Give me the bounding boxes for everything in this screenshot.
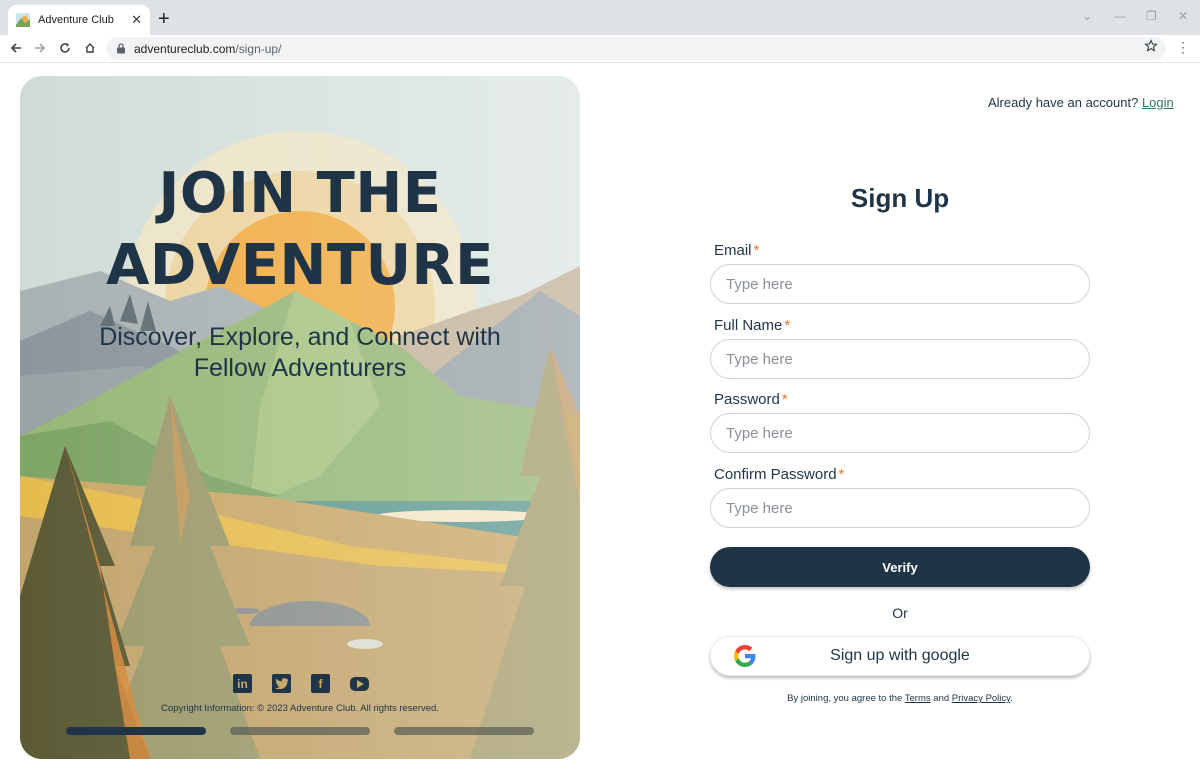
or-divider: Or (892, 605, 908, 621)
terms-notice: By joining, you agree to the Terms and P… (787, 693, 1013, 704)
tab-title: Adventure Club (38, 14, 114, 26)
browser-menu-icon[interactable]: ⋮ (1176, 39, 1190, 56)
browser-tab-strip: Adventure Club ✕ + ⌄ — ❐ ✕ (0, 0, 1200, 35)
google-icon (734, 645, 756, 667)
lock-icon (117, 43, 125, 54)
password-field[interactable] (710, 413, 1090, 453)
login-link[interactable]: Login (1142, 95, 1174, 110)
back-icon[interactable] (6, 38, 26, 58)
hero-heading: JOIN THE ADVENTURE (20, 158, 580, 302)
carousel-indicator-2[interactable] (230, 727, 370, 735)
url-path: /sign-up/ (235, 41, 282, 56)
signup-title: Sign Up (850, 183, 950, 213)
required-mark: * (753, 242, 760, 259)
full-name-field[interactable] (710, 339, 1090, 379)
twitter-icon[interactable] (272, 674, 291, 693)
new-tab-icon[interactable]: + (158, 6, 170, 32)
terms-link[interactable]: Terms (905, 693, 931, 704)
required-mark: * (781, 391, 788, 408)
carousel-indicator-3[interactable] (394, 727, 534, 735)
google-signup-label: Sign up with google (830, 647, 970, 664)
social-links: in f (233, 674, 369, 693)
facebook-icon[interactable]: f (311, 674, 330, 693)
address-bar[interactable]: adventureclub.com/sign-up/ (106, 37, 1166, 60)
full-name-label: Full Name * (714, 317, 791, 334)
hero-heading-line2: ADVENTURE (106, 233, 494, 298)
hero-card: JOIN THE ADVENTURE Discover, Explore, an… (20, 76, 580, 759)
copyright-text: Copyright Information: © 2023 Adventure … (161, 703, 439, 714)
window-close-icon[interactable]: ✕ (1178, 9, 1188, 23)
reload-icon[interactable] (55, 38, 75, 58)
confirm-password-label: Confirm Password * (714, 466, 845, 483)
already-have-account: Already have an account? Login (988, 95, 1174, 110)
hero-heading-line1: JOIN THE (158, 161, 442, 226)
browser-tab[interactable]: Adventure Club ✕ (8, 5, 150, 35)
restore-icon[interactable]: ❐ (1146, 9, 1157, 23)
site-favicon-icon (16, 13, 30, 27)
required-mark: * (784, 317, 791, 334)
verify-button[interactable]: Verify (710, 547, 1090, 587)
browser-toolbar: adventureclub.com/sign-up/ ⋮ (0, 35, 1200, 63)
hero-subtitle: Discover, Explore, and Connect with Fell… (99, 323, 501, 382)
email-label: Email * (714, 242, 760, 259)
home-icon[interactable] (80, 38, 100, 58)
already-text: Already have an account? (988, 95, 1139, 110)
google-signup-button[interactable]: Sign up with google (710, 636, 1090, 676)
required-mark: * (838, 466, 845, 483)
confirm-password-field[interactable] (710, 488, 1090, 528)
password-label: Password * (714, 391, 788, 408)
youtube-icon[interactable] (350, 677, 369, 691)
privacy-policy-link[interactable]: Privacy Policy (952, 693, 1010, 704)
tab-search-icon[interactable]: ⌄ (1082, 9, 1092, 23)
email-field[interactable] (710, 264, 1090, 304)
minimize-icon[interactable]: — (1114, 9, 1126, 23)
tab-close-icon[interactable]: ✕ (131, 12, 142, 28)
linkedin-icon[interactable]: in (233, 674, 252, 693)
carousel-indicator-1[interactable] (66, 727, 206, 735)
url-host: adventureclub.com (134, 41, 236, 56)
forward-icon[interactable] (30, 38, 50, 58)
bookmark-star-icon[interactable] (1144, 39, 1158, 53)
